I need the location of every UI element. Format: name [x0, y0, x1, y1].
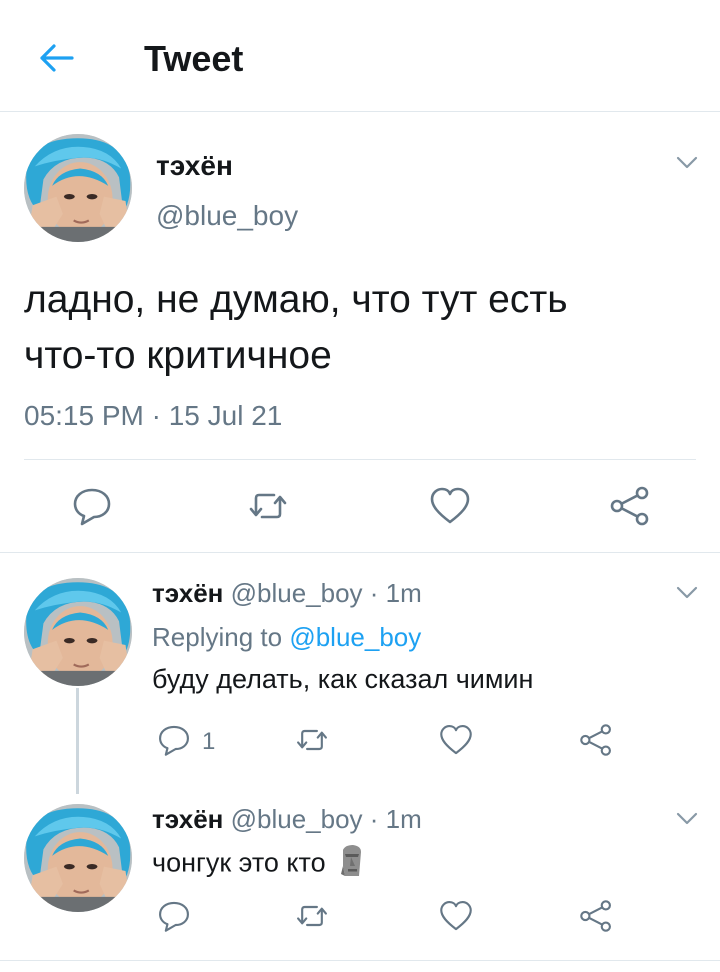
tweet-text-line: ладно, не думаю, что тут есть	[24, 278, 568, 321]
author-handle-time[interactable]: @blue_boy · 1m	[231, 578, 422, 608]
reply-text: буду делать, как сказал чимин	[152, 664, 534, 694]
moai-emoji-icon	[339, 844, 363, 885]
app-header	[0, 0, 720, 112]
author-handle-time[interactable]: @blue_boy · 1m	[231, 804, 422, 834]
share-icon[interactable]	[578, 898, 614, 934]
arrow-left-icon[interactable]	[36, 38, 76, 78]
divider	[24, 459, 696, 460]
author-name[interactable]: тэхён	[152, 578, 223, 608]
page-title: Tweet	[144, 38, 244, 79]
author-name[interactable]: тэхён	[152, 804, 223, 834]
reply-header: тэхён @blue_boy · 1m	[152, 804, 422, 835]
share-icon[interactable]	[608, 484, 652, 528]
like-icon[interactable]	[428, 484, 472, 528]
replying-to-label: Replying to	[152, 622, 283, 652]
like-icon[interactable]	[438, 898, 474, 934]
divider	[0, 552, 720, 553]
retweet-icon[interactable]	[294, 722, 330, 758]
reply-header: тэхён @blue_boy · 1m	[152, 578, 422, 609]
reply-count: 1	[202, 728, 216, 755]
avatar[interactable]	[24, 804, 132, 912]
divider	[0, 960, 720, 961]
reply-icon[interactable]	[70, 484, 114, 528]
author-name[interactable]: тэхён	[156, 150, 233, 182]
retweet-icon[interactable]	[246, 484, 290, 528]
reply-icon[interactable]	[156, 898, 192, 934]
thread-line	[76, 688, 79, 794]
replying-to-link[interactable]: @blue_boy	[289, 622, 421, 652]
tweet-text: ладно, не думаю, что тут есть что-то кри…	[24, 272, 684, 384]
chevron-down-icon[interactable]	[676, 812, 698, 826]
retweet-icon[interactable]	[294, 898, 330, 934]
reply-text: чонгук это кто	[152, 847, 326, 878]
avatar[interactable]	[24, 578, 132, 686]
share-icon[interactable]	[578, 722, 614, 758]
tweet-text-line: что-то критичное	[24, 334, 332, 377]
tweet-timestamp: 05:15 PM · 15 Jul 21	[24, 400, 283, 431]
reply-text-row: чонгук это кто	[152, 844, 363, 885]
like-icon[interactable]	[438, 722, 474, 758]
replying-to: Replying to @blue_boy	[152, 622, 421, 653]
reply-icon[interactable]	[156, 722, 192, 758]
chevron-down-icon[interactable]	[676, 586, 698, 600]
chevron-down-icon[interactable]	[676, 156, 698, 170]
author-handle[interactable]: @blue_boy	[156, 200, 298, 232]
avatar[interactable]	[24, 134, 132, 242]
